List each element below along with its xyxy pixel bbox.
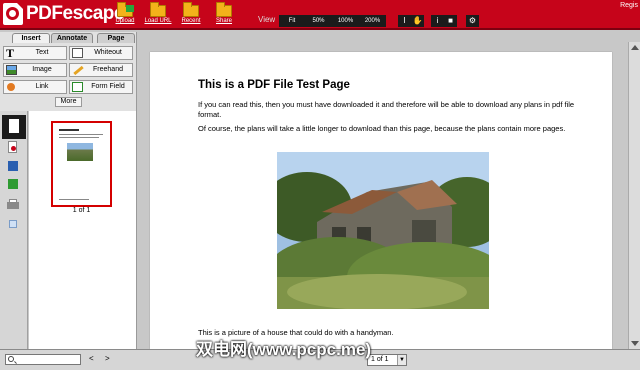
link-icon — [6, 82, 17, 92]
lock-icon[interactable]: ■ — [444, 15, 457, 27]
image-tool-icon — [6, 65, 17, 75]
insert-text-label: Text — [35, 49, 49, 56]
upload-label: Upload — [115, 18, 135, 24]
thumbnail-page-label: 1 of 1 — [72, 207, 91, 214]
recent-button[interactable]: Recent — [174, 2, 208, 27]
settings-gear-icon[interactable]: ⚙ — [466, 15, 479, 27]
whiteout-label: Whiteout — [94, 49, 122, 56]
house-photo — [277, 152, 489, 309]
recent-label: Recent — [181, 18, 201, 24]
scroll-up-icon[interactable] — [631, 45, 639, 50]
watermark-text: 双电网(www.pcpc.me) — [196, 340, 372, 359]
pdf-document-icon[interactable] — [6, 141, 20, 153]
upload-folder-icon — [117, 2, 134, 17]
form-field-icon — [72, 82, 83, 92]
insert-image-label: Image — [32, 66, 52, 73]
share-folder-icon — [216, 2, 232, 17]
register-link[interactable]: Regis — [620, 2, 638, 9]
app-logo: PDFescape — [3, 2, 124, 26]
zoom-100-button[interactable]: 100% — [332, 15, 359, 27]
document-viewer: This is a PDF File Test Page If you can … — [138, 32, 640, 349]
pencil-icon — [72, 65, 84, 76]
download-icon[interactable] — [6, 179, 20, 191]
hand-tool-icon[interactable]: ✋ — [411, 15, 424, 27]
page-select-value: 1 of 1 — [371, 356, 389, 363]
vertical-scrollbar[interactable] — [628, 42, 640, 349]
insert-panel: Insert Annotate Page T Text Whiteout Ima… — [0, 32, 137, 111]
page-select[interactable]: 1 of 1 ▼ — [367, 354, 407, 366]
load-url-folder-icon — [150, 2, 166, 17]
print-icon[interactable] — [6, 199, 20, 211]
text-cursor-icon[interactable]: I — [398, 15, 411, 27]
thumbnail-photo — [67, 143, 93, 161]
scroll-down-icon[interactable] — [631, 341, 639, 346]
info-icon[interactable]: i — [431, 15, 444, 27]
save-icon[interactable] — [6, 161, 20, 173]
panel-tabs: Insert Annotate Page — [0, 32, 137, 43]
document-title: This is a PDF File Test Page — [198, 79, 350, 91]
tab-page[interactable]: Page — [97, 33, 135, 43]
insert-text-button[interactable]: T Text — [3, 46, 67, 60]
chevron-down-icon[interactable]: ▼ — [397, 355, 406, 365]
tab-insert[interactable]: Insert — [12, 33, 50, 43]
load-url-button[interactable]: Load URL — [141, 2, 175, 27]
whiteout-button[interactable]: Whiteout — [69, 46, 133, 60]
load-url-label: Load URL — [144, 18, 172, 24]
tab-annotate[interactable]: Annotate — [51, 33, 93, 43]
text-tool-icon: T — [6, 46, 15, 60]
view-label: View — [258, 15, 276, 24]
insert-link-label: Link — [35, 83, 49, 90]
previous-page-button[interactable]: < — [89, 354, 94, 363]
zoom-50-button[interactable]: 50% — [305, 15, 332, 27]
whiteout-icon — [72, 48, 83, 58]
page-thumbnail[interactable] — [51, 121, 112, 207]
zoom-fit-button[interactable]: Fit — [279, 15, 305, 27]
insert-link-button[interactable]: Link — [3, 80, 67, 94]
top-toolbar: PDFescape Upload Load URL Recent Share V… — [0, 0, 640, 30]
upload-button[interactable]: Upload — [108, 2, 142, 27]
document-paragraph-2: Of course, the plans will take a little … — [198, 124, 566, 133]
pdf-logo-icon — [3, 3, 23, 25]
freehand-button[interactable]: Freehand — [69, 63, 133, 77]
form-field-label: Form Field — [91, 83, 125, 90]
form-field-button[interactable]: Form Field — [69, 80, 133, 94]
side-icon-strip — [0, 111, 28, 349]
page-thumbnails-icon[interactable] — [2, 115, 26, 139]
document-paragraph-1: If you can read this, then you must have… — [198, 100, 575, 119]
next-page-button[interactable]: > — [105, 354, 110, 363]
zoom-200-button[interactable]: 200% — [359, 15, 386, 27]
insert-image-button[interactable]: Image — [3, 63, 67, 77]
thumbnail-pane: 1 of 1 — [29, 111, 137, 349]
pdf-page[interactable]: This is a PDF File Test Page If you can … — [150, 52, 612, 349]
share-button[interactable]: Share — [207, 2, 241, 27]
search-icon — [8, 356, 14, 362]
share-label: Share — [215, 18, 232, 24]
more-button[interactable]: More — [55, 97, 82, 107]
properties-icon[interactable] — [6, 219, 20, 231]
freehand-label: Freehand — [93, 66, 123, 73]
recent-folder-icon — [183, 2, 199, 17]
